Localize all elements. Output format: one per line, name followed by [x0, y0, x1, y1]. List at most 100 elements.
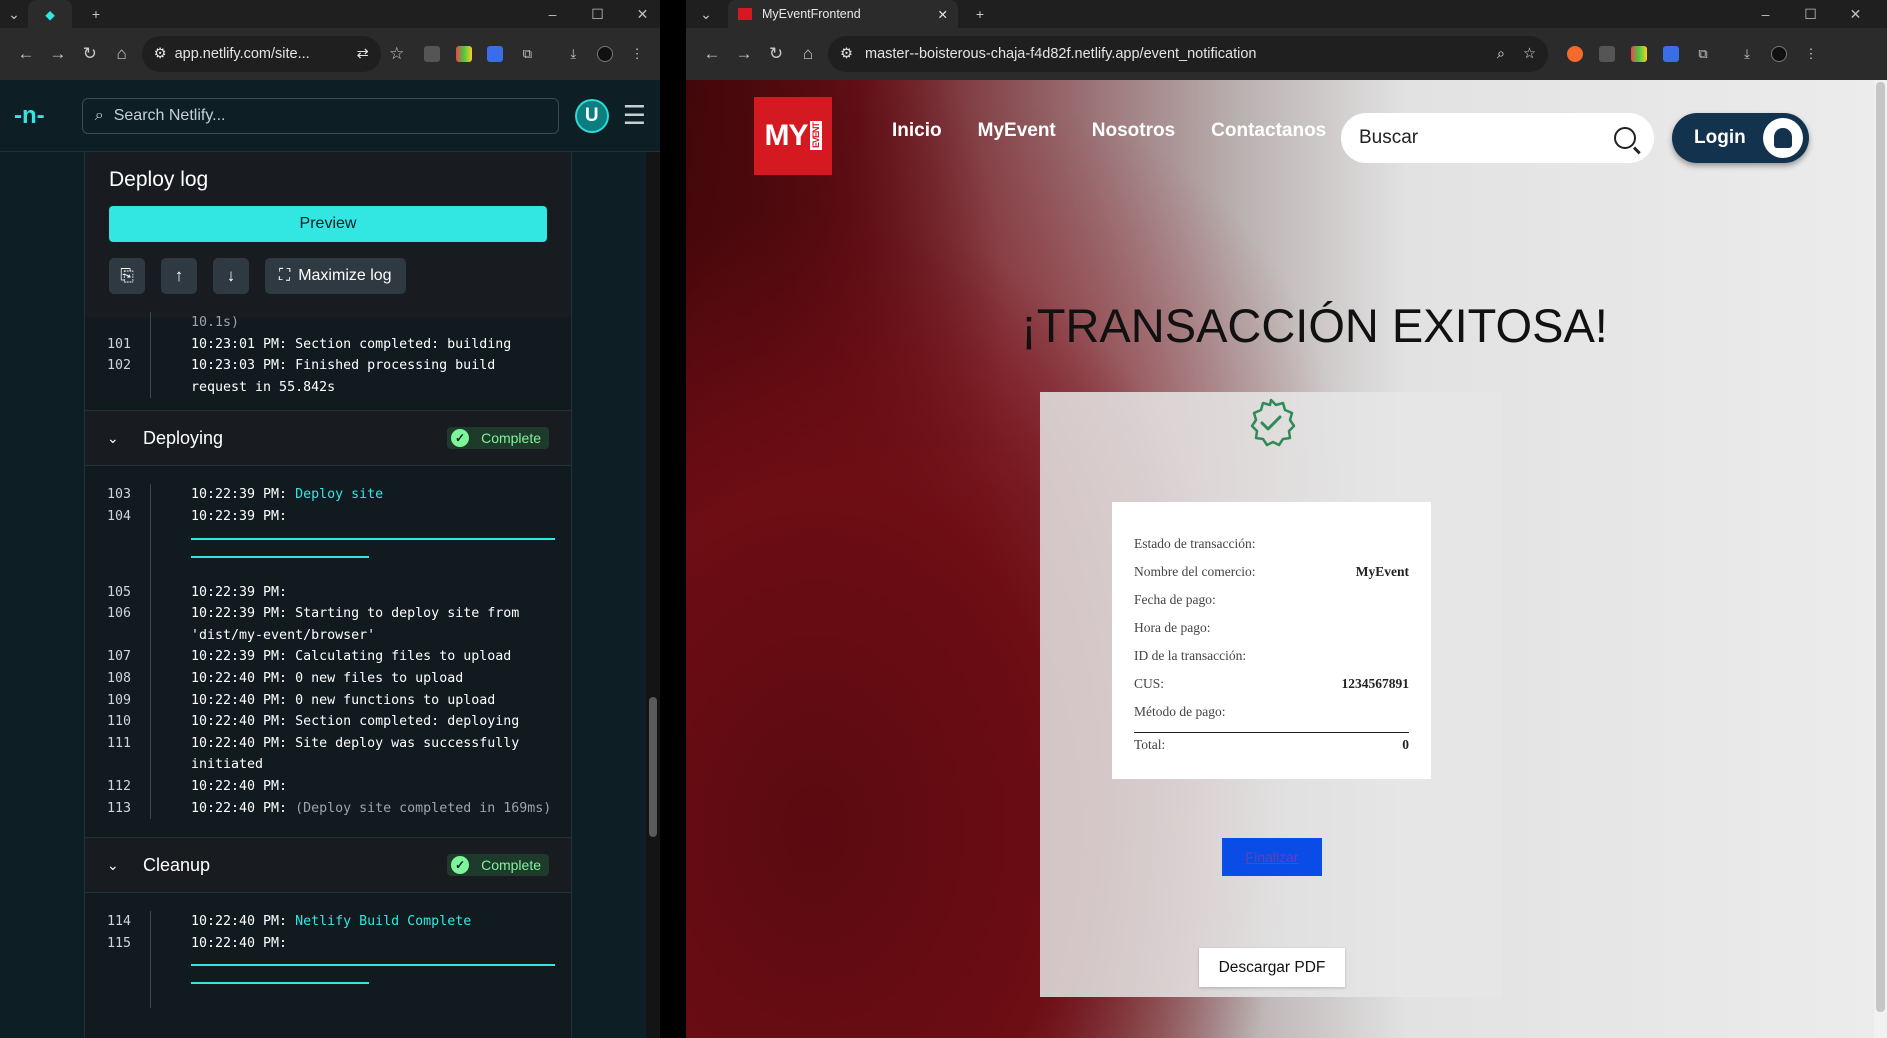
- download-icon[interactable]: ⤓: [1734, 41, 1760, 67]
- extension-icon[interactable]: [451, 41, 477, 67]
- close-icon[interactable]: ✕: [620, 6, 660, 23]
- profile-icon[interactable]: [1766, 41, 1792, 67]
- translate-icon[interactable]: ⇄: [357, 46, 369, 62]
- extension-icon[interactable]: [1658, 41, 1684, 67]
- log-text: 10:22:39 PM: Calculating files to upload: [191, 646, 559, 668]
- right-address-bar[interactable]: ⚙ master--boisterous-chaja-f4d82f.netlif…: [828, 36, 1548, 72]
- bookmark-star-icon[interactable]: ☆: [381, 38, 413, 70]
- extension-icon[interactable]: [1594, 41, 1620, 67]
- site-info-icon[interactable]: ⚙: [840, 46, 853, 62]
- log-time: 10:22:40 PM:: [191, 914, 288, 930]
- section-deploying[interactable]: ⌄ Deploying ✓ Complete: [85, 410, 571, 467]
- netlify-favicon-icon: ◆: [45, 7, 55, 22]
- log-line: 104 10:22:39 PM:: [85, 505, 571, 528]
- netlify-logo-icon[interactable]: -n-: [14, 102, 50, 130]
- download-pdf-button[interactable]: Descargar PDF: [1199, 948, 1345, 987]
- new-tab-icon[interactable]: +: [82, 0, 110, 28]
- site-search-input[interactable]: Buscar: [1341, 113, 1654, 163]
- minimize-icon[interactable]: –: [1743, 6, 1788, 22]
- section-cleanup[interactable]: ⌄ Cleanup ✓ Complete: [85, 837, 571, 894]
- bookmark-star-icon[interactable]: ☆: [1523, 46, 1536, 62]
- copy-log-icon[interactable]: ⎘: [109, 258, 145, 294]
- finalizar-button[interactable]: Finalizar: [1222, 838, 1322, 876]
- netlify-search-input[interactable]: ⌕ Search Netlify...: [81, 97, 559, 134]
- log-line: 109 10:22:40 PM: 0 new functions to uploa…: [85, 689, 571, 712]
- site-info-icon[interactable]: ⚙: [154, 46, 167, 62]
- menu-kebab-icon[interactable]: ⋮: [624, 41, 650, 67]
- profile-icon[interactable]: [592, 41, 618, 67]
- preview-button[interactable]: Preview: [109, 206, 547, 242]
- extensions-puzzle-icon[interactable]: ⧉: [514, 41, 540, 67]
- tab-search-icon[interactable]: ⌄: [692, 0, 720, 28]
- close-tab-icon[interactable]: ✕: [938, 7, 948, 22]
- receipt-row: Nombre del comercio: MyEvent: [1134, 564, 1409, 592]
- download-icon[interactable]: ⤓: [560, 41, 586, 67]
- line-gutter: [85, 527, 151, 582]
- line-number: 114: [85, 911, 151, 933]
- extensions-puzzle-icon[interactable]: ⧉: [1690, 41, 1716, 67]
- log-message: Section completed: deploying: [295, 714, 520, 730]
- search-icon[interactable]: [1614, 127, 1636, 149]
- extension-icon[interactable]: [419, 41, 445, 67]
- scrollbar[interactable]: [1874, 80, 1887, 1038]
- right-url: master--boisterous-chaja-f4d82f.netlify.…: [865, 46, 1257, 62]
- receipt-value: MyEvent: [1355, 564, 1409, 579]
- close-icon[interactable]: ✕: [1833, 6, 1878, 23]
- myevent-tab[interactable]: MyEventFrontend ✕: [728, 0, 958, 28]
- maximize-icon[interactable]: ☐: [1788, 6, 1833, 23]
- menu-kebab-icon[interactable]: ⋮: [1798, 41, 1824, 67]
- home-icon[interactable]: ⌂: [792, 38, 824, 70]
- chevron-down-icon: ⌄: [107, 856, 119, 873]
- left-address-bar[interactable]: ⚙ app.netlify.com/site... ⇄: [141, 36, 381, 72]
- extension-icon[interactable]: [482, 41, 508, 67]
- new-tab-icon[interactable]: +: [966, 0, 994, 28]
- reload-icon[interactable]: ↻: [74, 38, 106, 70]
- nav-link-contactanos[interactable]: Contactanos: [1211, 120, 1326, 142]
- home-icon[interactable]: ⌂: [106, 38, 138, 70]
- myevent-logo[interactable]: MY EVENT: [754, 97, 832, 175]
- log-time: 10:22:40 PM:: [191, 935, 288, 951]
- zoom-icon[interactable]: ⌕: [1497, 46, 1505, 62]
- log-text: 10:22:40 PM: 0 new files to upload: [191, 668, 559, 690]
- reload-icon[interactable]: ↻: [760, 38, 792, 70]
- nav-link-myevent[interactable]: MyEvent: [978, 120, 1056, 142]
- deploy-log-header: Deploy log Preview ⎘ ↑ ↓ ⛶ Maximize log: [85, 152, 571, 318]
- netlify-tab[interactable]: ◆: [28, 0, 72, 28]
- hamburger-menu-icon[interactable]: ☰: [623, 100, 646, 131]
- log-line: 111 10:22:40 PM: Site deploy was successf…: [85, 732, 571, 776]
- receipt-label: ID de la transacción:: [1134, 648, 1247, 663]
- forward-icon[interactable]: →: [42, 38, 74, 70]
- user-icon: [1763, 118, 1803, 158]
- minimize-icon[interactable]: –: [530, 6, 575, 22]
- log-line: 102 10:23:03 PM: Finished processing buil…: [85, 355, 571, 399]
- extension-icon[interactable]: [1562, 41, 1588, 67]
- receipt-total-value: 0: [1402, 737, 1409, 752]
- nav-link-inicio[interactable]: Inicio: [892, 120, 942, 142]
- log-line: 108 10:22:40 PM: 0 new files to upload: [85, 667, 571, 690]
- forward-icon[interactable]: →: [728, 38, 760, 70]
- line-number: 113: [85, 797, 151, 820]
- scrollbar[interactable]: [646, 152, 660, 1038]
- line-number: 110: [85, 711, 151, 733]
- back-icon[interactable]: ←: [696, 38, 728, 70]
- scroll-bottom-icon[interactable]: ↓: [213, 258, 249, 294]
- receipt-row: Método de pago:: [1134, 704, 1409, 732]
- maximize-icon[interactable]: ☐: [575, 6, 620, 23]
- logo-subtext: EVENT: [809, 121, 822, 151]
- tab-search-icon[interactable]: ⌄: [0, 0, 28, 28]
- nav-link-nosotros[interactable]: Nosotros: [1092, 120, 1175, 142]
- maximize-icon: ⛶: [279, 267, 291, 284]
- netlify-browser-window: ⌄ ◆ + – ☐ ✕ ← → ↻ ⌂ ⚙ app.netlify.com/site…: [0, 0, 660, 1038]
- scroll-top-icon[interactable]: ↑: [161, 258, 197, 294]
- login-button[interactable]: Login: [1672, 113, 1809, 163]
- maximize-log-button[interactable]: ⛶ Maximize log: [265, 258, 406, 294]
- back-icon[interactable]: ←: [10, 38, 42, 70]
- log-divider: [191, 954, 559, 1008]
- extension-icon[interactable]: [1626, 41, 1652, 67]
- line-number: 104: [85, 505, 151, 528]
- scrollbar-thumb[interactable]: [1876, 82, 1885, 1012]
- log-line: 113 10:22:40 PM: (Deploy site completed i…: [85, 797, 571, 820]
- avatar[interactable]: U: [574, 98, 609, 133]
- log-divider: [191, 528, 559, 582]
- scrollbar-thumb[interactable]: [649, 697, 657, 837]
